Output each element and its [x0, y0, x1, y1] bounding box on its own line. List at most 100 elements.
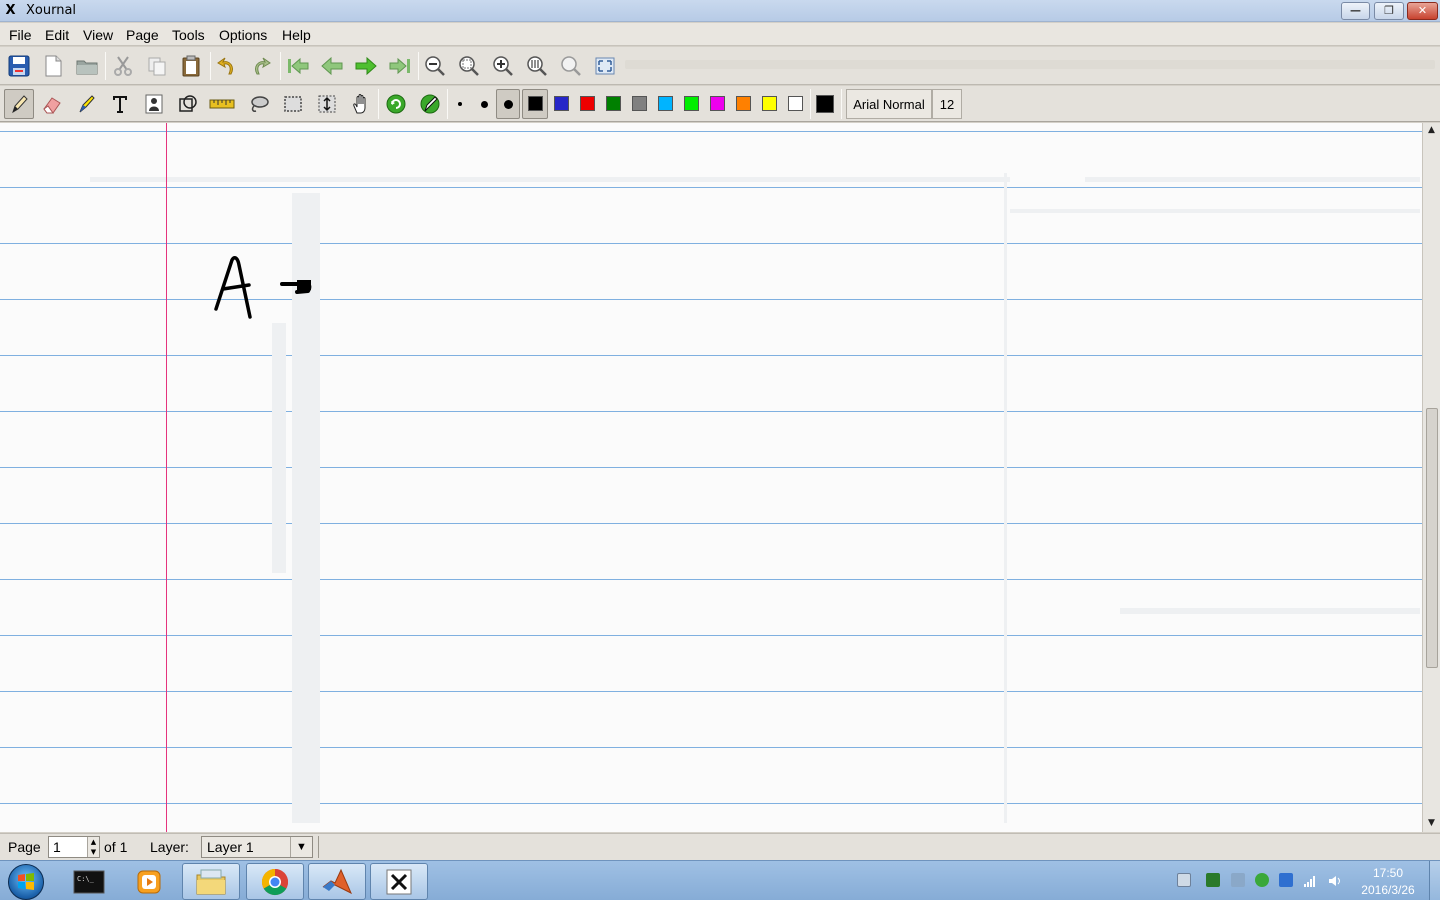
hand-icon[interactable]: [347, 90, 375, 118]
color-gray-swatch[interactable]: [632, 96, 647, 111]
vertical-scrollbar[interactable]: ▲ ▼: [1422, 123, 1440, 832]
highlighter-icon[interactable]: [72, 90, 100, 118]
default-tool-icon[interactable]: [382, 90, 410, 118]
ruling-line: [0, 131, 1422, 132]
color-white-swatch[interactable]: [788, 96, 803, 111]
keyboard-tray-icon[interactable]: [1177, 873, 1191, 887]
zoom-100-icon[interactable]: [523, 52, 551, 80]
zoom-fit-icon[interactable]: [455, 52, 483, 80]
dot-large-icon: [504, 100, 513, 109]
previous-page-icon[interactable]: [318, 52, 346, 80]
next-page-icon[interactable]: [352, 52, 380, 80]
text-icon[interactable]: [106, 90, 134, 118]
paste-icon[interactable]: [177, 52, 205, 80]
xournal-icon: [386, 869, 412, 894]
ruling-line: [0, 243, 1422, 244]
taskbar-media-player[interactable]: [120, 863, 178, 900]
lasso-select-icon[interactable]: [245, 90, 273, 118]
image-icon[interactable]: [140, 90, 168, 118]
menu-help[interactable]: Help: [282, 27, 311, 43]
close-button[interactable]: ✕: [1407, 2, 1438, 20]
redo-icon[interactable]: [247, 52, 275, 80]
toolbar-separator: [841, 89, 842, 119]
color-yellow-swatch[interactable]: [762, 96, 777, 111]
open-folder-icon[interactable]: [73, 52, 101, 80]
color-blue-swatch[interactable]: [554, 96, 569, 111]
cut-icon[interactable]: [109, 52, 137, 80]
scroll-thumb[interactable]: [1426, 408, 1438, 668]
color-red-swatch[interactable]: [580, 96, 595, 111]
color-green-swatch[interactable]: [606, 96, 621, 111]
tool-tray-icon[interactable]: [1231, 873, 1245, 887]
color-orange-swatch[interactable]: [736, 96, 751, 111]
ruling-line: [0, 803, 1422, 804]
show-desktop-button[interactable]: [1429, 861, 1440, 900]
copy-icon[interactable]: [143, 52, 171, 80]
taskbar-terminal[interactable]: C:\_: [60, 863, 118, 900]
tray-clock[interactable]: 17:50 2016/3/26: [1352, 865, 1424, 899]
rect-select-icon[interactable]: [279, 90, 307, 118]
file-explorer-icon: [196, 869, 226, 894]
zoom-height-icon[interactable]: [557, 52, 585, 80]
fullscreen-icon[interactable]: [591, 52, 619, 80]
taskbar-matlab[interactable]: [308, 863, 366, 900]
new-page-icon[interactable]: [39, 52, 67, 80]
clock-date: 2016/3/26: [1361, 883, 1415, 897]
page-canvas[interactable]: [0, 123, 1422, 832]
menu-tools[interactable]: Tools: [172, 27, 205, 43]
ruling-line: [0, 187, 1422, 188]
chevron-down-icon[interactable]: ▼: [290, 837, 312, 857]
network-share-tray-icon[interactable]: [1279, 873, 1293, 887]
menu-file[interactable]: File: [9, 27, 32, 43]
pen-size-thick-button[interactable]: [496, 89, 520, 119]
ghost-artifact: [1004, 173, 1007, 823]
signal-tray-icon[interactable]: [1303, 873, 1317, 887]
security-tray-icon[interactable]: [1255, 873, 1269, 887]
font-button[interactable]: Arial Normal: [846, 89, 932, 119]
dot-small-icon: [458, 102, 462, 106]
app-tray-icon[interactable]: [1206, 873, 1220, 887]
vertical-space-icon[interactable]: [313, 90, 341, 118]
font-size-button[interactable]: 12: [932, 89, 962, 119]
toolbar-separator: [105, 52, 106, 80]
eraser-icon[interactable]: [38, 90, 66, 118]
current-color-button[interactable]: [816, 95, 834, 113]
page-spin-icon[interactable]: ▲ ▼: [87, 837, 99, 857]
taskbar-xournal[interactable]: [370, 863, 428, 900]
ruling-line: [0, 355, 1422, 356]
menu-options[interactable]: Options: [219, 27, 267, 43]
default-pen-icon[interactable]: [416, 90, 444, 118]
layer-label: Layer:: [150, 839, 189, 855]
menu-page[interactable]: Page: [126, 27, 159, 43]
shape-recognizer-icon[interactable]: [174, 90, 202, 118]
page-number-input[interactable]: 1 ▲ ▼: [48, 836, 100, 858]
pen-size-fine-button[interactable]: [450, 90, 470, 118]
zoom-out-icon[interactable]: [421, 52, 449, 80]
taskbar-file-explorer[interactable]: [182, 863, 240, 900]
minimize-button[interactable]: —: [1341, 2, 1370, 20]
color-magenta-swatch[interactable]: [710, 96, 725, 111]
start-button[interactable]: [8, 864, 44, 900]
color-light-blue-swatch[interactable]: [658, 96, 673, 111]
pen-size-medium-button[interactable]: [474, 90, 494, 118]
scroll-up-icon[interactable]: ▲: [1425, 124, 1438, 137]
ruling-line: [0, 411, 1422, 412]
maximize-button[interactable]: ❐: [1374, 2, 1404, 20]
ruler-icon[interactable]: [208, 90, 236, 118]
undo-icon[interactable]: [213, 52, 241, 80]
first-page-icon[interactable]: [284, 52, 312, 80]
pen-icon[interactable]: [4, 89, 34, 119]
color-light-green-swatch[interactable]: [684, 96, 699, 111]
volume-tray-icon[interactable]: [1328, 873, 1342, 887]
taskbar-chrome[interactable]: [246, 863, 304, 900]
color-black-swatch[interactable]: [528, 96, 543, 111]
main-toolbar: [0, 47, 1440, 85]
zoom-in-icon[interactable]: [489, 52, 517, 80]
save-icon[interactable]: [5, 52, 33, 80]
last-page-icon[interactable]: [386, 52, 414, 80]
scroll-down-icon[interactable]: ▼: [1425, 817, 1438, 830]
layer-select[interactable]: Layer 1 ▼: [201, 836, 313, 858]
menu-edit[interactable]: Edit: [45, 27, 69, 43]
layer-value: Layer 1: [207, 839, 254, 855]
menu-view[interactable]: View: [83, 27, 113, 43]
